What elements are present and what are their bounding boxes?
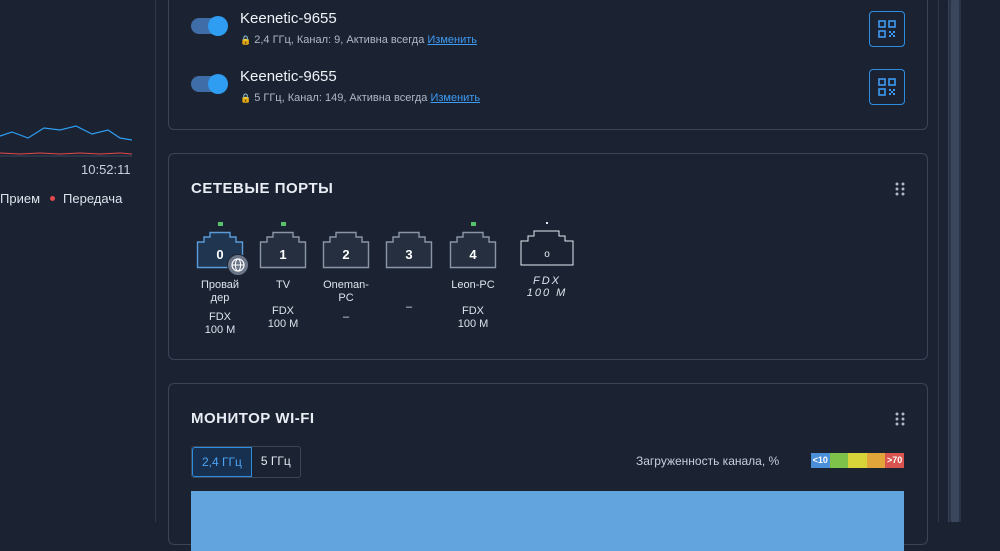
traffic-panel: 10:52:11 Прием Передача bbox=[0, 0, 155, 522]
port-name: FDX 100 M bbox=[526, 275, 568, 299]
scale-low: <10 bbox=[811, 453, 830, 468]
scrollbar-thumb[interactable] bbox=[951, 0, 959, 522]
qr-code-button[interactable] bbox=[869, 69, 905, 105]
port-number: o bbox=[544, 249, 550, 260]
network-details-text: 2,4 ГГц, Канал: 9, Активна всегда bbox=[254, 34, 425, 46]
globe-icon bbox=[227, 254, 249, 276]
wifi-network-row: Keenetic-9655 🔒 2,4 ГГц, Канал: 9, Активн… bbox=[191, 6, 905, 50]
port-speed: – bbox=[342, 311, 350, 323]
port-sketch: o FDX 100 M bbox=[519, 222, 575, 299]
port-speed: FDX 100 M bbox=[457, 305, 489, 330]
port-1[interactable]: 1 TV FDX 100 M bbox=[259, 222, 307, 331]
scale-segment bbox=[866, 453, 886, 468]
port-4[interactable]: 4 Leon-PC FDX 100 M bbox=[449, 222, 497, 331]
port-number: 3 bbox=[405, 247, 412, 262]
qr-code-button[interactable] bbox=[869, 11, 905, 47]
ethernet-port-icon: 2 bbox=[322, 231, 370, 269]
traffic-mini-chart bbox=[0, 125, 132, 157]
port-speed: FDX 100 M bbox=[204, 311, 236, 336]
network-ports-card: СЕТЕВЫЕ ПОРТЫ 0 Провай дер FDX 100 M 1 T… bbox=[168, 153, 928, 360]
port-name: Провай дер bbox=[200, 279, 240, 304]
ethernet-port-icon: 1 bbox=[259, 231, 307, 269]
port-link-led bbox=[470, 222, 476, 226]
port-number: 2 bbox=[342, 247, 349, 262]
qr-code-icon bbox=[878, 78, 896, 96]
lock-icon: 🔒 bbox=[240, 35, 252, 45]
edit-network-link[interactable]: Изменить bbox=[427, 34, 477, 46]
card-title: МОНИТОР WI-FI bbox=[191, 410, 315, 427]
port-number: 4 bbox=[469, 247, 477, 262]
ethernet-port-icon: o bbox=[520, 230, 574, 266]
port-name: TV bbox=[275, 279, 291, 291]
port-name: Leon-PC bbox=[451, 279, 495, 291]
wifi-network-row: Keenetic-9655 🔒 5 ГГц, Канал: 149, Активн… bbox=[191, 64, 905, 108]
port-3[interactable]: 3 – bbox=[385, 222, 433, 314]
wifi-monitor-card: МОНИТОР WI-FI 2,4 ГГц 5 ГГц Загруженност… bbox=[168, 383, 928, 551]
network-toggle[interactable] bbox=[191, 74, 228, 94]
channel-load-label: Загруженность канала, % bbox=[636, 454, 780, 468]
traffic-time: 10:52:11 bbox=[81, 162, 131, 177]
scale-segment bbox=[848, 453, 867, 468]
qr-code-icon bbox=[878, 20, 896, 38]
toggle-knob bbox=[208, 74, 228, 94]
port-number: 0 bbox=[216, 247, 223, 262]
port-number: 1 bbox=[279, 247, 286, 262]
card-title: СЕТЕВЫЕ ПОРТЫ bbox=[191, 180, 334, 197]
drag-grip-icon[interactable] bbox=[895, 412, 905, 426]
edit-network-link[interactable]: Изменить bbox=[430, 92, 480, 104]
port-link-led bbox=[280, 222, 286, 226]
page-scrollbar[interactable] bbox=[948, 0, 961, 522]
wifi-networks-card: Keenetic-9655 🔒 2,4 ГГц, Канал: 9, Активн… bbox=[168, 0, 928, 130]
wifi-monitor-chart bbox=[191, 491, 904, 551]
toggle-knob bbox=[208, 16, 228, 36]
port-2[interactable]: 2 Oneman- PC – bbox=[322, 222, 370, 324]
ethernet-port-icon: 3 bbox=[385, 231, 433, 269]
band-option-5[interactable]: 5 ГГц bbox=[252, 447, 300, 477]
column-divider-right bbox=[938, 0, 939, 522]
port-speed: – bbox=[405, 301, 413, 313]
port-name: Oneman- PC bbox=[323, 279, 369, 304]
network-name: Keenetic-9655 bbox=[240, 10, 337, 27]
band-selector: 2,4 ГГц 5 ГГц bbox=[191, 446, 301, 478]
scale-high: >70 bbox=[885, 453, 904, 468]
network-toggle[interactable] bbox=[191, 16, 228, 36]
legend-tx-label: Передача bbox=[63, 191, 123, 206]
network-name: Keenetic-9655 bbox=[240, 68, 337, 85]
lock-icon: 🔒 bbox=[240, 93, 252, 103]
network-details-text: 5 ГГц, Канал: 149, Активна всегда bbox=[254, 92, 428, 104]
legend-rx-label: Прием bbox=[0, 191, 41, 206]
port-link-led bbox=[344, 222, 349, 226]
tx-dot-icon bbox=[50, 196, 56, 202]
port-link-led bbox=[407, 222, 412, 226]
network-details: 🔒 2,4 ГГц, Канал: 9, Активна всегда Измен… bbox=[240, 34, 477, 46]
ethernet-port-icon: 4 bbox=[449, 231, 497, 269]
channel-load-scale: <10 >70 bbox=[811, 453, 904, 468]
band-option-2-4[interactable]: 2,4 ГГц bbox=[192, 447, 252, 477]
drag-grip-icon[interactable] bbox=[895, 182, 905, 196]
traffic-legend: Прием Передача bbox=[0, 191, 122, 206]
column-divider bbox=[155, 0, 156, 522]
network-details: 🔒 5 ГГц, Канал: 149, Активна всегда Измен… bbox=[240, 92, 480, 104]
port-link-led bbox=[217, 222, 223, 226]
port-speed: FDX 100 M bbox=[267, 305, 299, 330]
port-0[interactable]: 0 Провай дер FDX 100 M bbox=[196, 222, 249, 337]
port-link-led bbox=[546, 222, 548, 224]
scale-segment bbox=[829, 453, 849, 468]
